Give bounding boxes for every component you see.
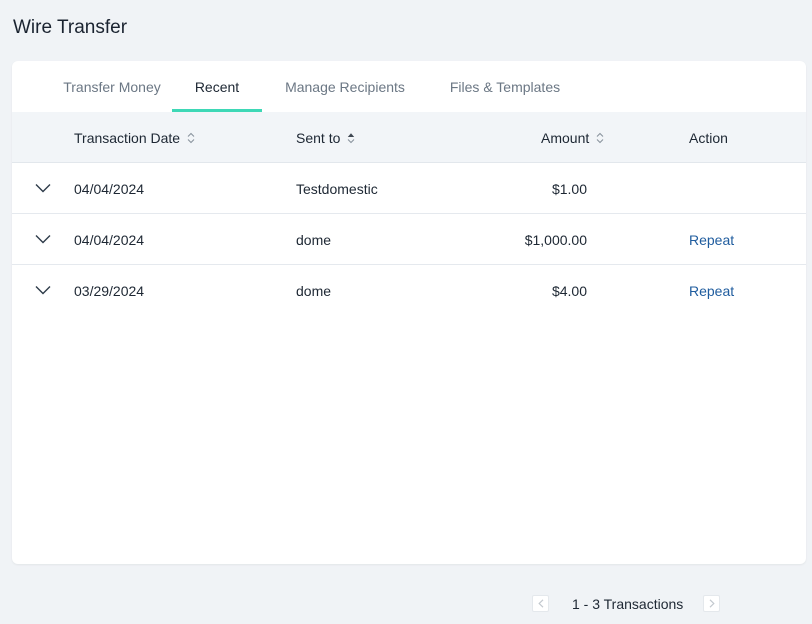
column-label: Sent to: [296, 129, 341, 146]
column-header-action: Action: [689, 112, 728, 163]
expand-row-chevron-icon[interactable]: [35, 180, 51, 196]
column-header-amount[interactable]: Amount: [541, 112, 604, 163]
action-cell: Repeat: [689, 265, 734, 316]
transfers-card: Transfer Money Recent Manage Recipients …: [12, 61, 806, 564]
table-row: 04/04/2024 Testdomestic $1.00: [12, 163, 806, 214]
pagination-label: 1 - 3 Transactions: [572, 596, 684, 612]
recipient-name: Testdomestic: [296, 180, 378, 197]
sort-active-icon: [347, 132, 355, 143]
transaction-date: 03/29/2024: [74, 282, 145, 299]
next-page-button[interactable]: [703, 595, 720, 612]
pagination: 1 - 3 Transactions: [0, 593, 812, 617]
column-label: Action: [689, 129, 728, 146]
transaction-amount: $4.00: [551, 282, 587, 299]
table-row: 04/04/2024 dome $1,000.00 Repeat: [12, 214, 806, 265]
expand-row-chevron-icon[interactable]: [35, 231, 51, 247]
recipient-name: dome: [296, 231, 332, 248]
transaction-date: 04/04/2024: [74, 231, 145, 248]
tab-manage-recipients[interactable]: Manage Recipients: [280, 61, 410, 112]
column-header-sent-to[interactable]: Sent to: [296, 112, 355, 163]
table-row: 03/29/2024 dome $4.00 Repeat: [12, 265, 806, 316]
sort-icon: [596, 132, 604, 143]
table-header: Transaction Date Sent to Amount Action: [12, 112, 806, 163]
repeat-link[interactable]: Repeat: [689, 232, 734, 248]
transaction-amount: $1.00: [551, 180, 587, 197]
repeat-link[interactable]: Repeat: [689, 283, 734, 299]
column-label: Transaction Date: [74, 129, 181, 146]
previous-page-button[interactable]: [532, 595, 549, 612]
chevron-right-icon: [709, 599, 715, 608]
tab-bar: Transfer Money Recent Manage Recipients …: [12, 61, 806, 112]
expand-row-chevron-icon[interactable]: [35, 282, 51, 298]
sort-icon: [187, 132, 195, 143]
recipient-name: dome: [296, 282, 332, 299]
action-cell: Repeat: [689, 214, 734, 265]
tab-transfer-money[interactable]: Transfer Money: [53, 61, 171, 112]
tab-recent[interactable]: Recent: [172, 61, 262, 112]
transaction-amount: $1,000.00: [524, 231, 587, 248]
column-header-transaction-date[interactable]: Transaction Date: [74, 112, 195, 163]
transaction-date: 04/04/2024: [74, 180, 145, 197]
column-label: Amount: [541, 129, 590, 146]
tab-files-templates[interactable]: Files & Templates: [442, 61, 568, 112]
chevron-left-icon: [537, 599, 543, 608]
page-title: Wire Transfer: [13, 17, 128, 38]
